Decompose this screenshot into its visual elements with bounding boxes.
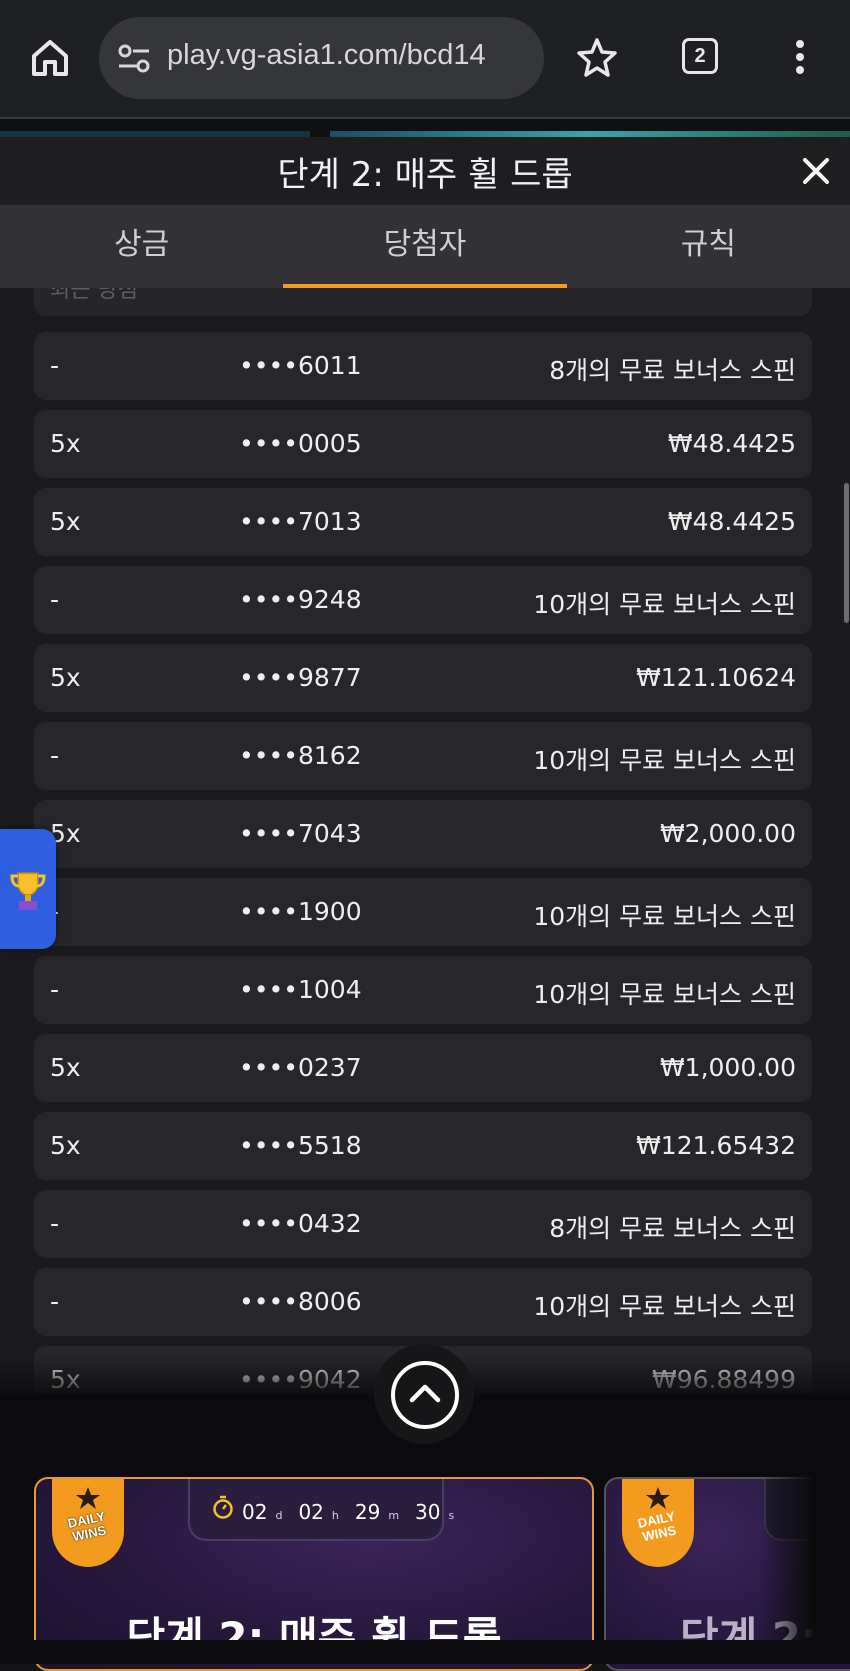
winner-multiplier: - xyxy=(50,1209,60,1238)
winner-prize: 10개의 무료 보너스 스핀 xyxy=(533,1292,796,1321)
winner-multiplier: 5x xyxy=(50,1131,81,1160)
modal-title: 단계 2: 매주 휠 드롭 xyxy=(277,155,573,195)
winner-account: ••••9877 xyxy=(239,663,362,692)
winner-account: ••••7013 xyxy=(239,507,362,536)
winner-prize: 10개의 무료 보너스 스핀 xyxy=(533,746,796,775)
stopwatch-icon xyxy=(212,1495,234,1524)
tune-icon[interactable] xyxy=(117,41,153,77)
winner-multiplier: - xyxy=(50,975,60,1004)
winner-prize: 8개의 무료 보너스 스핀 xyxy=(549,356,796,385)
winner-multiplier: - xyxy=(50,741,60,770)
table-row: 5x ••••7043 ₩2,000.00 xyxy=(34,800,812,868)
winner-multiplier: 5x xyxy=(50,507,81,536)
scroll-to-top-button[interactable] xyxy=(374,1344,474,1444)
timer-minutes-unit: m xyxy=(388,1509,400,1522)
winner-account: ••••9248 xyxy=(239,585,362,614)
winner-prize: 8개의 무료 보너스 스핀 xyxy=(549,1214,796,1243)
winner-multiplier: 5x xyxy=(50,429,81,458)
address-bar[interactable]: play.vg-asia1.com/bcd14 xyxy=(99,17,544,99)
tab-rules[interactable]: 규칙 xyxy=(567,205,850,288)
table-row: - ••••9248 10개의 무료 보너스 스핀 xyxy=(34,566,812,634)
site-header-strip xyxy=(0,119,850,139)
table-row: - ••••0432 8개의 무료 보너스 스핀 xyxy=(34,1190,812,1258)
timer-seconds-unit: s xyxy=(448,1509,455,1522)
winner-account: ••••1004 xyxy=(239,975,362,1004)
daily-wins-badge: DAILY WINS xyxy=(622,1479,694,1567)
star-icon[interactable] xyxy=(576,36,618,78)
winner-account: ••••7043 xyxy=(239,819,362,848)
list-header-label: 최근 당첨 xyxy=(50,288,138,303)
timer-hours-unit: h xyxy=(331,1509,339,1522)
winner-prize: ₩121.10624 xyxy=(636,663,796,692)
modal-tabs: 상금 당첨자 규칙 xyxy=(0,205,850,288)
table-row: 5x ••••5518 ₩121.65432 xyxy=(34,1112,812,1180)
daily-wins-logo: DAILY WINS xyxy=(66,1508,108,1545)
winner-account: ••••6011 xyxy=(239,351,362,380)
home-icon[interactable] xyxy=(28,36,72,80)
winner-prize: 10개의 무료 보너스 스핀 xyxy=(533,902,796,931)
winner-account: ••••0237 xyxy=(239,1053,362,1082)
table-row: -••••190010개의 무료 보너스 스핀 xyxy=(34,878,812,946)
leaderboard-side-tab[interactable] xyxy=(0,829,56,949)
timer-days: 02 xyxy=(242,1500,268,1524)
scrollbar[interactable] xyxy=(844,483,849,623)
timer-seconds: 30 xyxy=(415,1500,441,1524)
winner-prize: 10개의 무료 보너스 스핀 xyxy=(533,980,796,1009)
table-row: - ••••1004 10개의 무료 보너스 스핀 xyxy=(34,956,812,1024)
countdown-timer: 02 d 02 h 29 m 30 s xyxy=(188,1479,454,1541)
more-vert-icon[interactable] xyxy=(790,38,810,78)
winner-prize: ₩48.4425 xyxy=(667,429,796,458)
table-row: 5x ••••0005 ₩48.4425 xyxy=(34,410,812,478)
table-row: - ••••6011 8개의 무료 보너스 스핀 xyxy=(34,332,812,400)
winner-prize: ₩2,000.00 xyxy=(659,819,796,848)
winner-prize: ₩1,000.00 xyxy=(659,1053,796,1082)
winners-list[interactable]: 최근 당첨 - ••••6011 8개의 무료 보너스 스핀 5x ••••0005 ₩4… xyxy=(0,288,850,1395)
winner-multiplier: - xyxy=(50,351,60,380)
table-row: 5x ••••0237 ₩1,000.00 xyxy=(34,1034,812,1102)
tab-prizes[interactable]: 상금 xyxy=(0,205,283,288)
tabs-count-icon[interactable]: 2 xyxy=(682,38,718,74)
browser-toolbar: play.vg-asia1.com/bcd14 2 xyxy=(0,0,850,119)
winner-multiplier: - xyxy=(50,1287,60,1316)
table-row: - ••••8162 10개의 무료 보너스 스핀 xyxy=(34,722,812,790)
winner-account: ••••0005 xyxy=(239,429,362,458)
winner-prize: ₩121.65432 xyxy=(636,1131,796,1160)
winners-modal: 단계 2: 매주 휠 드롭 상금 당첨자 규칙 최근 당첨 - ••••6011 8… xyxy=(0,137,850,1395)
winner-prize: ₩48.4425 xyxy=(667,507,796,536)
timer-hours: 02 xyxy=(298,1500,324,1524)
daily-wins-badge: DAILY WINS xyxy=(52,1479,124,1567)
winner-multiplier: 5x xyxy=(50,1053,81,1082)
table-row: 5x ••••7013 ₩48.4425 xyxy=(34,488,812,556)
timer-days-unit: d xyxy=(275,1509,283,1522)
carousel-edge-fade xyxy=(760,1395,850,1664)
close-icon[interactable] xyxy=(800,155,832,187)
winner-prize: 10개의 무료 보너스 스핀 xyxy=(533,590,796,619)
winner-account: ••••1900 xyxy=(239,897,362,926)
winner-multiplier: - xyxy=(50,585,60,614)
modal-header: 단계 2: 매주 휠 드롭 xyxy=(0,137,850,205)
daily-wins-logo: DAILY WINS xyxy=(636,1508,678,1545)
winner-account: ••••8162 xyxy=(239,741,362,770)
table-row: 5x ••••9877 ₩121.10624 xyxy=(34,644,812,712)
winner-account: ••••5518 xyxy=(239,1131,362,1160)
winner-account: ••••8006 xyxy=(239,1287,362,1316)
timer-minutes: 29 xyxy=(354,1500,381,1524)
table-row: - ••••8006 10개의 무료 보너스 스핀 xyxy=(34,1268,812,1336)
winner-account: ••••0432 xyxy=(239,1209,362,1238)
url-text[interactable]: play.vg-asia1.com/bcd14 xyxy=(167,39,486,72)
tab-winners[interactable]: 당첨자 xyxy=(283,205,567,288)
winner-multiplier: 5x xyxy=(50,663,81,692)
list-header-partial: 최근 당첨 xyxy=(34,288,812,316)
bottom-gutter xyxy=(0,1640,850,1664)
